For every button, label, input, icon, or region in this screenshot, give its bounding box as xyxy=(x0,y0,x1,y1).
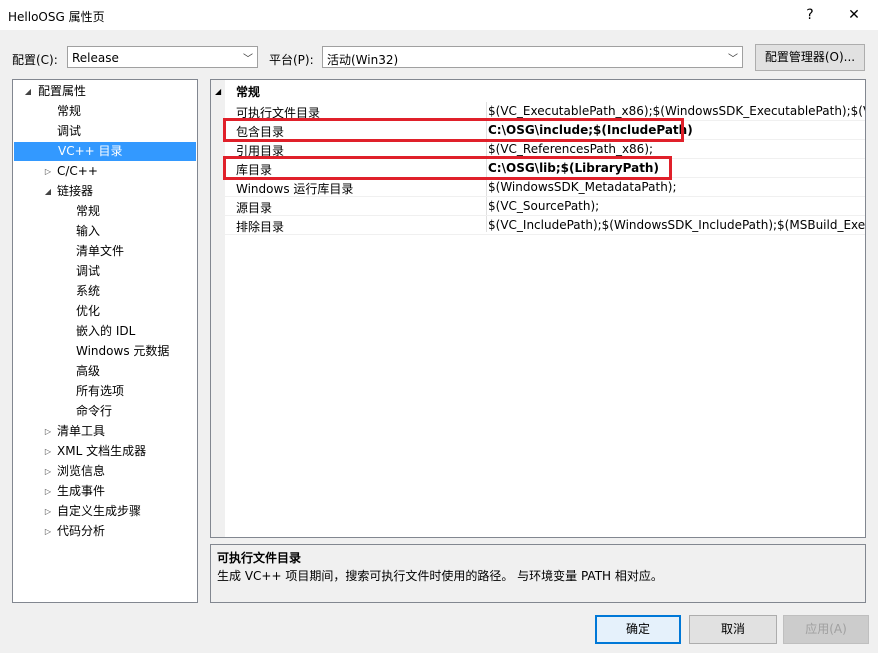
tree-item-label: VC++ 目录 xyxy=(58,144,123,158)
property-name: 排除目录 xyxy=(236,220,285,234)
description-title: 可执行文件目录 xyxy=(217,551,302,565)
chevron-down-icon: ﹀ xyxy=(243,54,253,65)
tree-item-label: 常规 xyxy=(76,204,101,218)
property-value[interactable]: $(VC_ExecutablePath_x86);$(WindowsSDK_Ex… xyxy=(488,104,865,118)
platform-label: 平台(P): xyxy=(269,53,314,67)
platform-select[interactable]: 活动(Win32) ﹀ xyxy=(322,46,743,68)
collapse-icon[interactable]: ◢ xyxy=(215,82,221,102)
close-button[interactable]: ✕ xyxy=(832,0,876,30)
config-label: 配置(C): xyxy=(12,53,58,67)
tree-item-label: C/C++ xyxy=(57,164,98,178)
highlight-box-library xyxy=(223,156,672,180)
property-value[interactable]: $(VC_ReferencesPath_x86); xyxy=(488,142,653,156)
property-tree[interactable]: ◢ 配置属性 常规 调试 VC++ 目录 ▷ C/C++ ◢ 链接器 常规 输入 清单文件 调试 系统 优化… xyxy=(12,79,198,603)
description-text: 生成 VC++ 项目期间，搜索可执行文件时使用的路径。 与环境变量 PATH 相… xyxy=(217,569,663,583)
expand-icon[interactable]: ▷ xyxy=(43,422,53,441)
apply-button[interactable]: 应用(A) xyxy=(783,615,869,644)
config-value: Release xyxy=(72,51,119,65)
platform-value: 活动(Win32) xyxy=(327,53,399,67)
tree-item-label: 浏览信息 xyxy=(57,464,106,478)
property-grid[interactable]: ◢ 常规 可执行文件目录 $(VC_ExecutablePath_x86);$(W… xyxy=(210,79,866,538)
expand-icon[interactable]: ▷ xyxy=(43,462,53,481)
grid-row[interactable]: 源目录 $(VC_SourcePath); xyxy=(211,197,865,216)
tree-item-label: 命令行 xyxy=(76,404,113,418)
tree-item-label: 输入 xyxy=(76,224,101,238)
tree-item-label: 调试 xyxy=(57,124,82,138)
help-button[interactable]: ? xyxy=(788,0,832,30)
tree-item-label: 调试 xyxy=(76,264,101,278)
property-value[interactable]: $(VC_SourcePath); xyxy=(488,199,599,213)
tree-item-label: 优化 xyxy=(76,304,101,318)
expand-icon[interactable]: ▷ xyxy=(43,442,53,461)
tree-item-label: 所有选项 xyxy=(76,384,125,398)
collapse-icon[interactable]: ◢ xyxy=(23,82,33,101)
window-title: HelloOSG 属性页 xyxy=(8,10,105,24)
expand-icon[interactable]: ▷ xyxy=(43,482,53,501)
property-name: 源目录 xyxy=(236,201,273,215)
grid-category-general[interactable]: ◢ 常规 xyxy=(211,82,865,102)
tree-item-label: 链接器 xyxy=(57,184,94,198)
property-name: Windows 运行库目录 xyxy=(236,182,354,196)
tree-item-label: 生成事件 xyxy=(57,484,106,498)
config-select[interactable]: Release ﹀ xyxy=(67,46,258,68)
tree-item-label: Windows 元数据 xyxy=(76,344,170,358)
expand-icon[interactable]: ▷ xyxy=(43,502,53,521)
tree-item-label: 清单工具 xyxy=(57,424,106,438)
tree-item-label: 高级 xyxy=(76,364,101,378)
grid-category-label: 常规 xyxy=(236,85,261,99)
expand-icon[interactable]: ▷ xyxy=(43,522,53,541)
highlight-box-include xyxy=(223,118,684,142)
grid-row[interactable]: 排除目录 $(VC_IncludePath);$(WindowsSDK_Inclu… xyxy=(211,216,865,235)
tree-item-label: 配置属性 xyxy=(38,84,87,98)
tree-item[interactable]: VC++ 目录 xyxy=(14,142,196,161)
tree-item-label: 自定义生成步骤 xyxy=(57,504,142,518)
collapse-icon[interactable]: ◢ xyxy=(43,182,53,201)
tree-item-label: XML 文档生成器 xyxy=(57,444,147,458)
tree-item-label: 清单文件 xyxy=(76,244,125,258)
title-bar: HelloOSG 属性页 ? ✕ xyxy=(0,0,878,30)
expand-icon[interactable]: ▷ xyxy=(43,162,53,181)
property-value[interactable]: $(VC_IncludePath);$(WindowsSDK_IncludePa… xyxy=(488,218,865,232)
cancel-button[interactable]: 取消 xyxy=(689,615,777,644)
config-manager-button[interactable]: 配置管理器(O)... xyxy=(755,44,865,71)
tree-item-label: 常规 xyxy=(57,104,82,118)
description-panel: 可执行文件目录 生成 VC++ 项目期间，搜索可执行文件时使用的路径。 与环境变… xyxy=(210,544,866,603)
tree-item-label: 嵌入的 IDL xyxy=(76,324,136,338)
tree-item-label: 代码分析 xyxy=(57,524,106,538)
chevron-down-icon: ﹀ xyxy=(728,54,738,65)
property-value[interactable]: $(WindowsSDK_MetadataPath); xyxy=(488,180,677,194)
grid-row[interactable]: Windows 运行库目录 $(WindowsSDK_MetadataPath); xyxy=(211,178,865,197)
ok-button[interactable]: 确定 xyxy=(595,615,681,644)
tree-item-label: 系统 xyxy=(76,284,101,298)
